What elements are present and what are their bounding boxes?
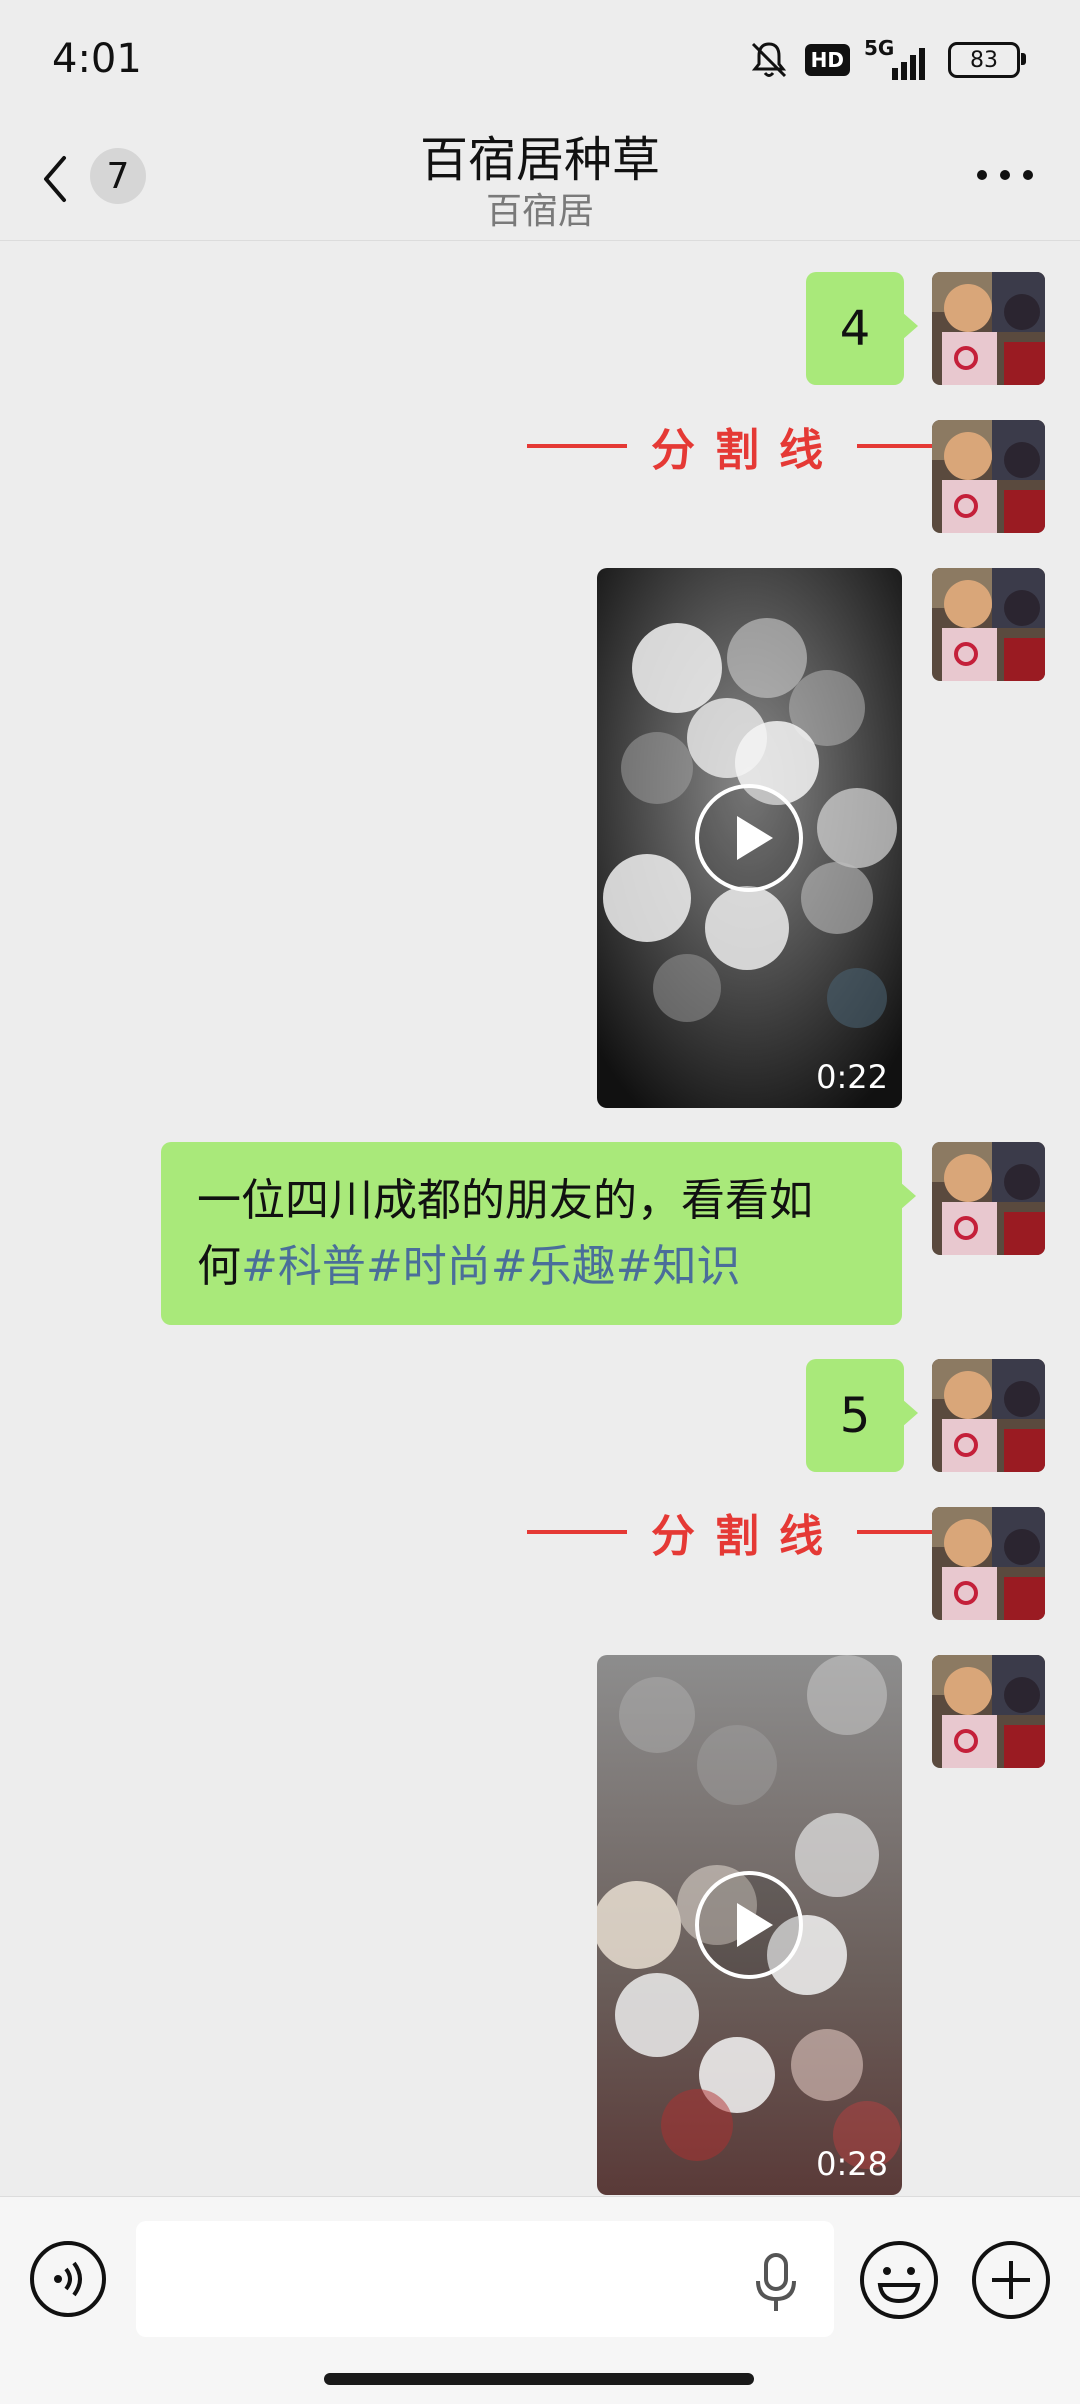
input-bar <box>0 2196 1080 2404</box>
chat-header: 7 百宿居种草 百宿居 <box>0 120 1080 241</box>
emoji-icon[interactable] <box>858 2239 940 2321</box>
signal-icon: 5G <box>864 36 934 82</box>
message-bubble[interactable]: 一位四川成都的朋友的，看看如 何#科普#时尚#乐趣#知识 <box>161 1142 916 1325</box>
message-text-line: 一位四川成都的朋友的，看看如 <box>197 1175 813 1226</box>
message-text: 4 <box>839 300 871 357</box>
video-duration: 0:28 <box>816 2145 888 2183</box>
divider-text: 分割线 <box>651 425 843 476</box>
hd-badge: HD <box>804 44 850 76</box>
avatar[interactable] <box>932 420 1045 533</box>
divider-text: 分割线 <box>651 1511 843 1562</box>
battery-level: 83 <box>970 47 998 73</box>
voice-icon[interactable] <box>28 2239 108 2319</box>
battery-icon: 83 <box>948 42 1026 78</box>
video-duration: 0:22 <box>816 1058 888 1096</box>
mic-icon[interactable] <box>754 2253 798 2313</box>
home-indicator[interactable] <box>324 2373 754 2385</box>
avatar[interactable] <box>932 272 1045 385</box>
message-bubble[interactable]: 4 <box>806 272 918 385</box>
mute-icon <box>751 42 786 78</box>
chat-title: 百宿居种草 <box>419 132 660 188</box>
plus-icon[interactable] <box>970 2239 1052 2321</box>
video-message[interactable]: 0:22 <box>597 568 902 1108</box>
more-icon[interactable] <box>970 150 1040 200</box>
play-icon[interactable] <box>693 1869 805 1981</box>
status-time: 4:01 <box>52 36 142 82</box>
chat-subtitle: 百宿居 <box>485 191 594 232</box>
status-icons: HD 5G 83 <box>747 36 1026 82</box>
message-text: 何 <box>197 1241 241 1292</box>
divider-message[interactable]: 分割线 <box>527 416 957 476</box>
message-bubble[interactable]: 5 <box>806 1359 918 1472</box>
avatar[interactable] <box>932 1655 1045 1768</box>
play-icon[interactable] <box>693 782 805 894</box>
message-text: 5 <box>839 1387 871 1444</box>
divider-line <box>527 1530 627 1534</box>
hashtag-links[interactable]: #科普#时尚#乐趣#知识 <box>241 1241 740 1292</box>
avatar[interactable] <box>932 1142 1045 1255</box>
message-input[interactable] <box>136 2221 834 2337</box>
divider-line <box>527 444 627 448</box>
avatar[interactable] <box>932 568 1045 681</box>
avatar[interactable] <box>932 1359 1045 1472</box>
status-bar: 4:01 HD 5G 83 <box>0 0 1080 120</box>
divider-message[interactable]: 分割线 <box>527 1502 957 1562</box>
avatar[interactable] <box>932 1507 1045 1620</box>
video-message[interactable]: 0:28 <box>597 1655 902 2195</box>
message-text-line: 何#科普#时尚#乐趣#知识 <box>197 1234 866 1300</box>
